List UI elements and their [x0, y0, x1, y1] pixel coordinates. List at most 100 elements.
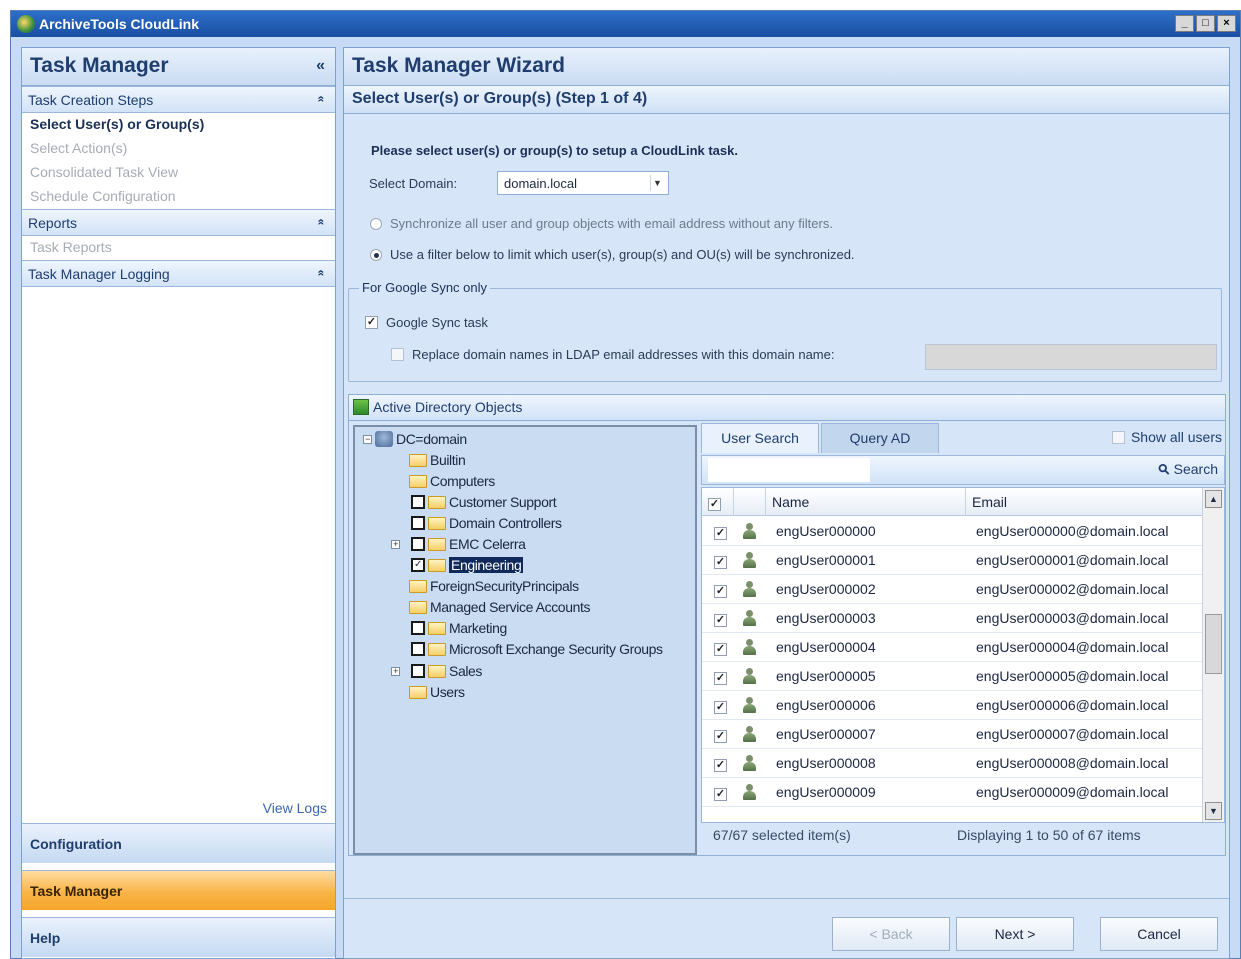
nav-schedule-configuration[interactable]: Schedule Configuration — [22, 185, 335, 209]
search-button[interactable]: ⚲ Search — [1155, 460, 1218, 479]
tree-node-exchange-security-groups[interactable]: Microsoft Exchange Security Groups — [411, 639, 663, 659]
section-task-manager-logging[interactable]: Task Manager Logging « — [22, 260, 335, 287]
nav-select-actions[interactable]: Select Action(s) — [22, 137, 335, 161]
ad-tree[interactable]: − DC=domain Builtin Computers Customer S… — [353, 425, 697, 855]
tree-node-customer-support[interactable]: Customer Support — [411, 492, 557, 512]
tree-checkbox[interactable] — [411, 621, 425, 635]
check-icon[interactable]: ✓ — [714, 759, 727, 772]
view-logs-link[interactable]: View Logs — [263, 800, 327, 816]
tree-checkbox[interactable] — [411, 537, 425, 551]
tree-node-emc-celerra[interactable]: + EMC Celerra — [391, 534, 526, 554]
table-row[interactable]: ✓ engUser000005 engUser000005@domain.local — [702, 662, 1202, 691]
google-sync-task-checkbox[interactable]: ✓ Google Sync task — [365, 315, 488, 330]
replace-domain-input[interactable] — [925, 344, 1217, 370]
chevron-up-icon[interactable]: « — [315, 219, 329, 226]
check-icon[interactable]: ✓ — [714, 672, 727, 685]
wizard-panel: Task Manager Wizard Select User(s) or Gr… — [343, 47, 1230, 959]
close-button[interactable]: × — [1217, 15, 1236, 32]
check-icon[interactable]: ✓ — [714, 614, 727, 627]
show-all-users-box[interactable] — [1111, 430, 1125, 444]
tree-checkbox[interactable] — [411, 516, 425, 530]
tree-node-computers[interactable]: Computers — [409, 471, 495, 491]
table-row[interactable]: ✓ engUser000008 engUser000008@domain.local — [702, 749, 1202, 778]
check-icon[interactable]: ✓ — [365, 316, 378, 329]
nav-select-users[interactable]: Select User(s) or Group(s) — [22, 113, 335, 137]
tree-node-builtin[interactable]: Builtin — [409, 450, 466, 470]
section-task-creation-steps[interactable]: Task Creation Steps « — [22, 86, 335, 113]
nav-task-reports[interactable]: Task Reports — [22, 236, 335, 260]
minimize-button[interactable]: _ — [1175, 15, 1194, 32]
chevron-up-icon[interactable]: « — [315, 270, 329, 277]
table-row[interactable]: ✓ engUser000004 engUser000004@domain.local — [702, 633, 1202, 662]
domain-select[interactable]: domain.local ▼ — [497, 171, 669, 195]
email-column-header[interactable]: Email — [966, 488, 1202, 516]
table-row[interactable]: ✓ engUser000001 engUser000001@domain.local — [702, 546, 1202, 575]
scroll-down-icon[interactable]: ▼ — [1205, 802, 1222, 820]
help-button[interactable]: Help — [22, 917, 335, 957]
scroll-thumb[interactable] — [1205, 614, 1222, 674]
check-icon[interactable]: ✓ — [714, 788, 727, 801]
check-icon[interactable]: ✓ — [714, 585, 727, 598]
section-reports[interactable]: Reports « — [22, 209, 335, 236]
check-icon[interactable]: ✓ — [708, 498, 721, 511]
collapse-icon[interactable]: − — [363, 434, 372, 444]
show-all-users-checkbox[interactable]: Show all users — [1111, 429, 1222, 445]
chevron-down-icon[interactable]: ▼ — [650, 175, 664, 191]
tree-node-root[interactable]: − DC=domain — [363, 429, 467, 449]
radio-sync-all[interactable]: Synchronize all user and group objects w… — [370, 216, 833, 231]
name-column-header[interactable]: Name — [766, 488, 966, 516]
configuration-button[interactable]: Configuration — [22, 823, 335, 863]
table-row[interactable]: ✓ engUser000007 engUser000007@domain.local — [702, 720, 1202, 749]
grid-scrollbar[interactable]: ▲ ▼ — [1202, 488, 1224, 822]
user-icon — [742, 581, 756, 598]
table-row[interactable]: ✓ engUser000009 engUser000009@domain.local — [702, 778, 1202, 807]
replace-domain-checkbox[interactable]: Replace domain names in LDAP email addre… — [391, 347, 834, 362]
search-input[interactable] — [708, 458, 870, 482]
tree-node-sales[interactable]: + Sales — [391, 661, 482, 681]
replace-domain-checkbox-box[interactable] — [391, 348, 404, 361]
tab-query-ad[interactable]: Query AD — [821, 423, 939, 453]
user-email-cell: engUser000008@domain.local — [976, 755, 1169, 771]
check-icon[interactable]: ✓ — [714, 730, 727, 743]
task-manager-button[interactable]: Task Manager — [22, 870, 335, 910]
back-button[interactable]: < Back — [832, 917, 950, 951]
check-icon[interactable]: ✓ — [714, 556, 727, 569]
expand-icon[interactable]: + — [391, 539, 400, 549]
user-email-cell: engUser000001@domain.local — [976, 552, 1169, 568]
check-icon[interactable]: ✓ — [714, 643, 727, 656]
scroll-up-icon[interactable]: ▲ — [1205, 490, 1222, 508]
tree-node-marketing[interactable]: Marketing — [411, 618, 507, 638]
tree-node-users[interactable]: Users — [409, 682, 465, 702]
tree-checkbox[interactable] — [411, 495, 425, 509]
nav-consolidated-task-view[interactable]: Consolidated Task View — [22, 161, 335, 185]
row-checkbox-cell: ✓ — [708, 749, 733, 778]
tab-user-search[interactable]: User Search — [701, 423, 819, 453]
tree-node-domain-controllers[interactable]: Domain Controllers — [411, 513, 562, 533]
table-row[interactable]: ✓ engUser000000 engUser000000@domain.local — [702, 517, 1202, 546]
user-name-cell: engUser000004 — [776, 639, 876, 655]
cancel-button[interactable]: Cancel — [1100, 917, 1218, 951]
chevron-up-icon[interactable]: « — [315, 96, 329, 103]
radio-use-filter-indicator[interactable] — [370, 248, 382, 261]
next-button[interactable]: Next > — [956, 917, 1074, 951]
search-button-label: Search — [1173, 461, 1218, 477]
check-icon[interactable]: ✓ — [714, 527, 727, 540]
tree-node-label: Microsoft Exchange Security Groups — [449, 641, 663, 657]
collapse-panel-button[interactable]: « — [316, 57, 325, 75]
tree-node-managed-service-accounts[interactable]: Managed Service Accounts — [409, 597, 590, 617]
expand-icon[interactable]: + — [391, 666, 400, 676]
check-icon[interactable]: ✓ — [411, 558, 425, 572]
tree-node-foreign-security-principals[interactable]: ForeignSecurityPrincipals — [409, 576, 579, 596]
tree-checkbox[interactable] — [411, 664, 425, 678]
maximize-button[interactable]: □ — [1196, 15, 1215, 32]
table-row[interactable]: ✓ engUser000006 engUser000006@domain.local — [702, 691, 1202, 720]
tree-node-engineering[interactable]: ✓ Engineering — [411, 555, 524, 575]
step-header: Select User(s) or Group(s) (Step 1 of 4) — [344, 86, 1229, 114]
radio-sync-all-indicator[interactable] — [370, 217, 382, 230]
table-row[interactable]: ✓ engUser000003 engUser000003@domain.local — [702, 604, 1202, 633]
table-row[interactable]: ✓ engUser000002 engUser000002@domain.local — [702, 575, 1202, 604]
icon-column — [734, 488, 766, 516]
tree-checkbox[interactable] — [411, 642, 425, 656]
radio-use-filter[interactable]: Use a filter below to limit which user(s… — [370, 247, 855, 262]
check-icon[interactable]: ✓ — [714, 701, 727, 714]
